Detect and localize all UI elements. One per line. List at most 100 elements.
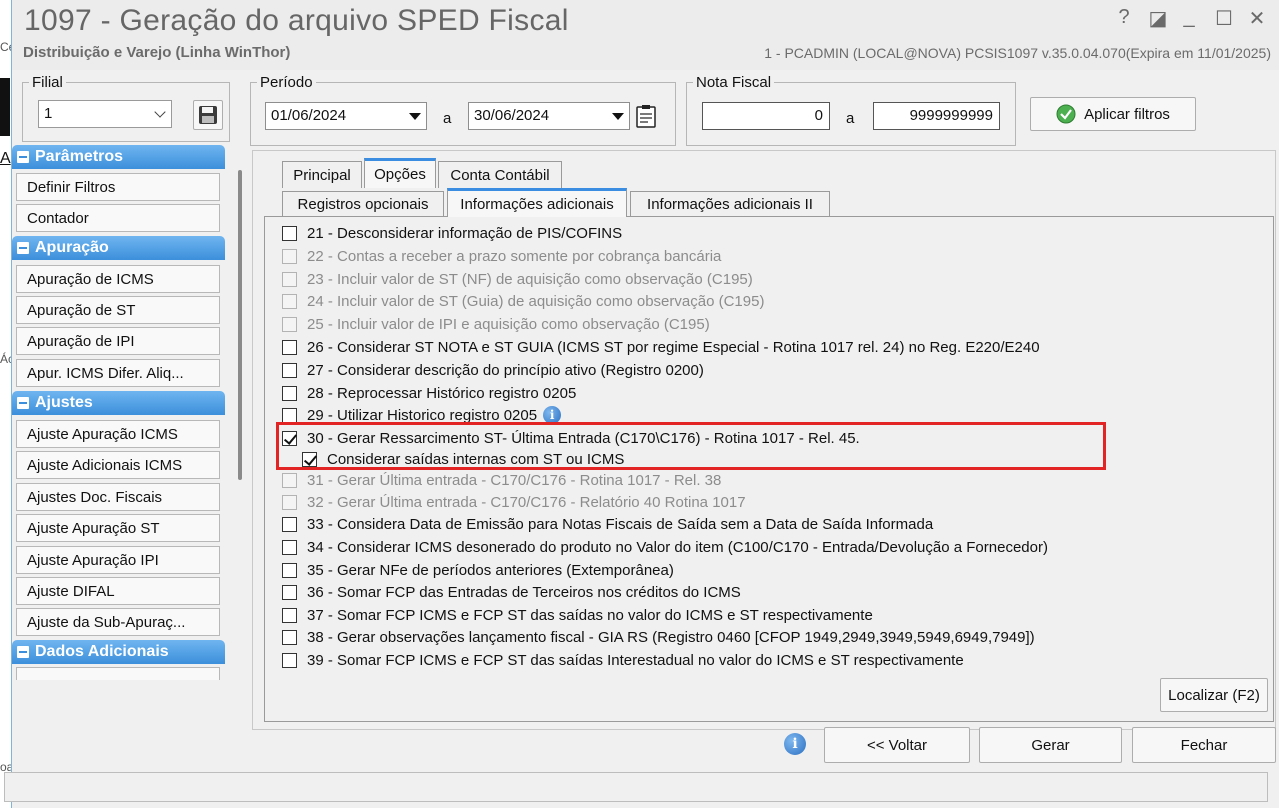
- sidebar-item-apuracao-icms[interactable]: Apuração de ICMS: [16, 265, 220, 293]
- minimize-icon[interactable]: _: [1177, 6, 1201, 29]
- background-block: [0, 78, 10, 136]
- periodo-to-date[interactable]: 30/06/2024: [468, 102, 630, 130]
- collapse-icon[interactable]: [17, 242, 29, 254]
- apply-filters-button[interactable]: Aplicar filtros: [1030, 97, 1196, 131]
- option-checkbox: [282, 472, 297, 488]
- option-row: 23 - Incluir valor de ST (NF) de aquisiç…: [282, 268, 753, 290]
- sidebar-item-contador[interactable]: Contador: [16, 204, 220, 232]
- maximize-icon[interactable]: ☐: [1212, 6, 1236, 31]
- tab-principal[interactable]: Principal: [282, 161, 362, 188]
- option-row[interactable]: 34 - Considerar ICMS desonerado do produ…: [282, 536, 1048, 558]
- option-row[interactable]: 33 - Considera Data de Emissão para Nota…: [282, 513, 933, 535]
- option-row[interactable]: 37 - Somar FCP ICMS e FCP ST das saídas …: [282, 604, 873, 626]
- sidebar-item-apuracao-ipi[interactable]: Apuração de IPI: [16, 327, 220, 355]
- sidebar-section-title: Apuração: [35, 239, 109, 256]
- sidebar-scrollbar[interactable]: [238, 170, 242, 480]
- nota-fiscal-to-input[interactable]: 9999999999: [873, 102, 1000, 130]
- close-icon[interactable]: ✕: [1245, 6, 1269, 31]
- periodo-from-date[interactable]: 01/06/2024: [265, 102, 427, 130]
- sidebar-item-definir-filtros[interactable]: Definir Filtros: [16, 173, 220, 201]
- localizar-button[interactable]: Localizar (F2): [1160, 678, 1268, 712]
- option-checkbox[interactable]: [282, 362, 297, 378]
- option-label: 33 - Considera Data de Emissão para Nota…: [307, 515, 934, 533]
- option-label: 34 - Considerar ICMS desonerado do produ…: [307, 538, 1048, 556]
- option-checkbox[interactable]: [282, 562, 297, 578]
- option-checkbox[interactable]: [282, 629, 297, 645]
- option-row: 25 - Incluir valor de IPI e aquisição co…: [282, 313, 710, 335]
- option-row: 22 - Contas a receber a prazo somente po…: [282, 245, 721, 267]
- option-row[interactable]: 39 - Somar FCP ICMS e FCP ST das saídas …: [282, 649, 964, 671]
- option-checkbox: [282, 316, 297, 332]
- sidebar-section-dados-adicionais[interactable]: Dados Adicionais: [12, 640, 225, 664]
- save-filial-button[interactable]: [193, 100, 223, 130]
- sidebar-item-apuracao-st[interactable]: Apuração de ST: [16, 296, 220, 324]
- tab-informacoes-adicionais-ii[interactable]: Informações adicionais II: [630, 191, 830, 217]
- option-row[interactable]: 35 - Gerar NFe de períodos anteriores (E…: [282, 559, 674, 581]
- option-label: 23 - Incluir valor de ST (NF) de aquisiç…: [307, 270, 753, 288]
- restore-icon[interactable]: ◪: [1146, 6, 1170, 31]
- sidebar-section-apuracao[interactable]: Apuração: [12, 236, 225, 260]
- option-checkbox[interactable]: [282, 516, 297, 532]
- dropdown-arrow-icon[interactable]: [607, 103, 629, 129]
- option-row: 32 - Gerar Última entrada - C170/C176 - …: [282, 491, 746, 513]
- tab-informacoes-adicionais[interactable]: Informações adicionais: [447, 188, 627, 217]
- collapse-icon[interactable]: [17, 646, 29, 658]
- option-label: 38 - Gerar observações lançamento fiscal…: [307, 628, 1035, 646]
- dropdown-arrow-icon[interactable]: [404, 103, 426, 129]
- calendar-button[interactable]: [632, 102, 660, 130]
- option-label: 24 - Incluir valor de ST (Guia) de aquis…: [307, 292, 765, 310]
- option-label: 32 - Gerar Última entrada - C170/C176 - …: [307, 493, 746, 511]
- nota-fiscal-from-input[interactable]: 0: [702, 102, 830, 130]
- sidebar-item-apur-icms-difer[interactable]: Apur. ICMS Difer. Aliq...: [16, 359, 220, 387]
- sidebar-item-ajustes-doc-fiscais[interactable]: Ajustes Doc. Fiscais: [16, 483, 220, 511]
- option-label: 37 - Somar FCP ICMS e FCP ST das saídas …: [307, 606, 873, 624]
- title-bar[interactable]: 1097 - Geração do arquivo SPED Fiscal Di…: [12, 0, 1279, 70]
- option-checkbox[interactable]: [282, 407, 297, 423]
- option-checkbox[interactable]: [282, 539, 297, 555]
- sidebar-item-ajuste-apuracao-icms[interactable]: Ajuste Apuração ICMS: [16, 420, 220, 448]
- fechar-label: Fechar: [1180, 736, 1228, 754]
- option-label: 35 - Gerar NFe de períodos anteriores (E…: [307, 561, 674, 579]
- sidebar-item-ajuste-sub-apuracao[interactable]: Ajuste da Sub-Apuraç...: [16, 608, 220, 636]
- tab-conta-contabil[interactable]: Conta Contábil: [438, 161, 562, 188]
- option-checkbox[interactable]: [282, 652, 297, 668]
- option-row[interactable]: 28 - Reprocessar Histórico registro 0205: [282, 382, 576, 404]
- option-row[interactable]: 21 - Desconsiderar informação de PIS/COF…: [282, 222, 622, 244]
- option-row[interactable]: 27 - Considerar descrição do princípio a…: [282, 359, 704, 381]
- option-checkbox[interactable]: [282, 339, 297, 355]
- gerar-button[interactable]: Gerar: [979, 727, 1122, 763]
- nota-fiscal-legend: Nota Fiscal: [696, 74, 772, 91]
- nota-fiscal-to-value: 9999999999: [909, 107, 993, 124]
- collapse-icon[interactable]: [17, 151, 29, 163]
- info-icon[interactable]: i: [784, 733, 806, 755]
- option-checkbox[interactable]: [282, 607, 297, 623]
- option-label: 36 - Somar FCP das Entradas de Terceiros…: [307, 583, 741, 601]
- option-row: 24 - Incluir valor de ST (Guia) de aquis…: [282, 290, 764, 312]
- option-checkbox[interactable]: [282, 584, 297, 600]
- fechar-button[interactable]: Fechar: [1132, 727, 1276, 763]
- voltar-button[interactable]: << Voltar: [824, 727, 970, 763]
- option-label: 27 - Considerar descrição do princípio a…: [307, 361, 704, 379]
- sidebar-section-ajustes[interactable]: Ajustes: [12, 391, 225, 415]
- option-checkbox[interactable]: [282, 385, 297, 401]
- sidebar-item-partial[interactable]: [16, 667, 220, 680]
- sidebar-item-ajuste-apuracao-ipi[interactable]: Ajuste Apuração IPI: [16, 546, 220, 574]
- chevron-down-icon[interactable]: [149, 101, 171, 127]
- option-checkbox[interactable]: [282, 225, 297, 241]
- sidebar-item-ajuste-apuracao-st[interactable]: Ajuste Apuração ST: [16, 514, 220, 542]
- tab-opcoes[interactable]: Opções: [364, 158, 436, 188]
- option-row[interactable]: 36 - Somar FCP das Entradas de Terceiros…: [282, 581, 741, 603]
- sidebar-section-parametros[interactable]: Parâmetros: [12, 145, 225, 169]
- option-label: 22 - Contas a receber a prazo somente po…: [307, 247, 722, 265]
- sidebar: Parâmetros Definir Filtros Contador Apur…: [12, 145, 226, 680]
- sidebar-item-ajuste-adicionais-icms[interactable]: Ajuste Adicionais ICMS: [16, 451, 220, 479]
- option-row[interactable]: 38 - Gerar observações lançamento fiscal…: [282, 626, 1035, 648]
- help-icon[interactable]: ?: [1112, 6, 1136, 29]
- sidebar-item-ajuste-difal[interactable]: Ajuste DIFAL: [16, 577, 220, 605]
- filial-select[interactable]: 1: [38, 100, 172, 128]
- option-row[interactable]: 26 - Considerar ST NOTA e ST GUIA (ICMS …: [282, 336, 1040, 358]
- collapse-icon[interactable]: [17, 397, 29, 409]
- tab-registros-opcionais[interactable]: Registros opcionais: [282, 191, 444, 217]
- footer-info[interactable]: i: [784, 733, 806, 755]
- option-label: 31 - Gerar Última entrada - C170/C176 - …: [307, 471, 722, 489]
